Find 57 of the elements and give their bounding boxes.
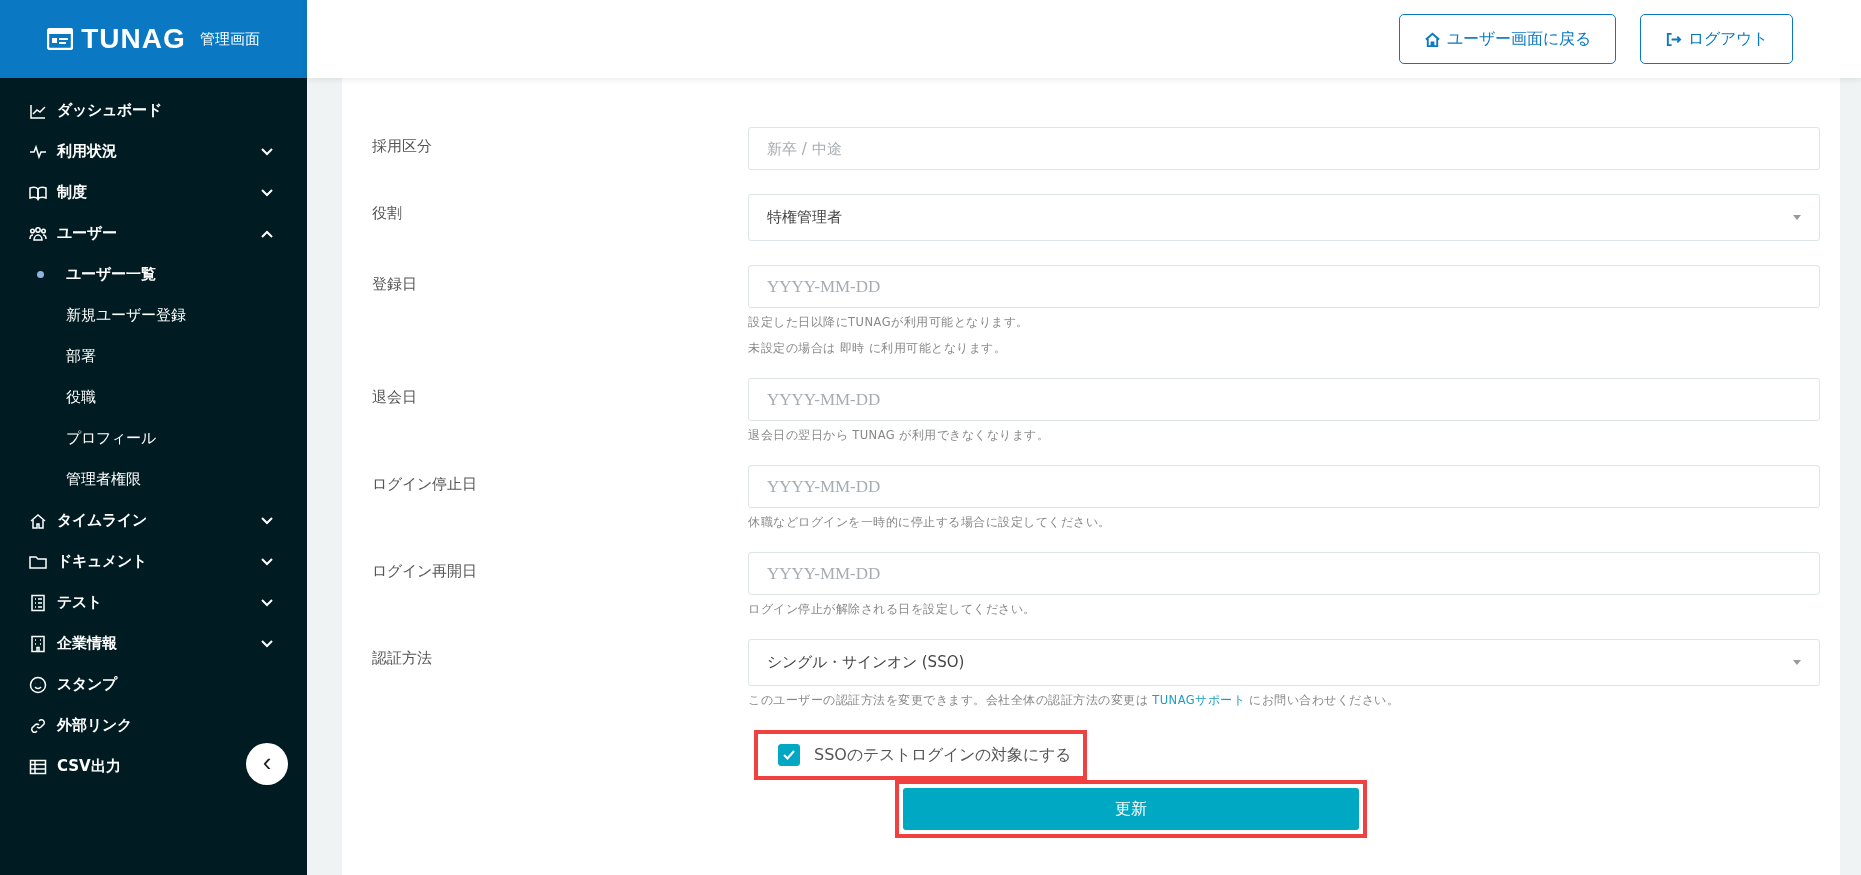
hint-text: 設定した日以降にTUNAGが利用可能となります。 xyxy=(748,314,1030,331)
field-label: 認証方法 xyxy=(372,648,433,669)
input-field[interactable]: YYYY-MM-DD xyxy=(748,552,1820,595)
input-field[interactable]: YYYY-MM-DD xyxy=(748,265,1820,308)
field-label: 登録日 xyxy=(372,274,418,295)
sidebar-item[interactable]: ドキュメント xyxy=(0,541,307,582)
sidebar-subitem[interactable]: 管理者権限 xyxy=(0,459,307,500)
hint-text: このユーザーの認証方法を変更できます。会社全体の認証方法の変更は TUNAGサポート にお問い合わせください。 xyxy=(748,692,1401,709)
checklist-icon xyxy=(29,593,47,612)
smile-icon xyxy=(29,675,47,694)
hint-text: ログイン停止が解除される日を設定してください。 xyxy=(748,601,1037,618)
input-field[interactable]: YYYY-MM-DD xyxy=(748,378,1820,421)
hint-text: 休職などログインを一時的に停止する場合に設定してください。 xyxy=(748,514,1112,531)
field-label: ログイン停止日 xyxy=(372,474,478,495)
checkbox-option[interactable]: SSOのテストログインの対象にする xyxy=(778,744,1071,766)
input-field[interactable]: YYYY-MM-DD xyxy=(748,465,1820,508)
sidebar-subitem[interactable]: 部署 xyxy=(0,336,307,377)
input-field[interactable]: 新卒 / 中途 xyxy=(748,127,1820,170)
caret-icon xyxy=(1793,215,1801,220)
logo-icon xyxy=(47,28,74,50)
hint-text: 未設定の場合は 即時 に利用可能となります。 xyxy=(748,340,1008,357)
sidebar-item[interactable]: テスト xyxy=(0,582,307,623)
people-icon xyxy=(29,224,47,243)
hint-text: 退会日の翌日から TUNAG が利用できなくなります。 xyxy=(748,427,1051,444)
sidebar-item[interactable]: 外部リンク xyxy=(0,705,166,746)
brand-subtitle: 管理画面 xyxy=(199,29,260,49)
checkbox[interactable] xyxy=(778,744,800,766)
sidebar-subitem[interactable]: プロフィール xyxy=(0,418,307,459)
sidebar-item[interactable]: 制度 xyxy=(0,172,307,213)
home-icon xyxy=(1424,30,1441,48)
sidebar-item[interactable]: 企業情報 xyxy=(0,623,307,664)
field-label: 退会日 xyxy=(372,387,418,408)
house-icon xyxy=(29,511,47,530)
sidebar-item[interactable]: CSV出力 xyxy=(0,746,155,787)
sidebar-subitem[interactable]: 役職 xyxy=(0,377,307,418)
sidebar-item[interactable]: タイムライン xyxy=(0,500,307,541)
sidebar-subitem[interactable]: 新規ユーザー登録 xyxy=(0,295,307,336)
caret-icon xyxy=(1793,660,1801,665)
select-field[interactable]: シングル・サインオン (SSO) xyxy=(748,639,1820,686)
select-field[interactable]: 特権管理者 xyxy=(748,194,1820,241)
sidebar-item[interactable]: ユーザー xyxy=(0,213,307,254)
building-icon xyxy=(29,634,47,653)
collapse-sidebar-button[interactable]: ‹ xyxy=(246,743,288,785)
brand-name: TUNAG xyxy=(81,23,186,55)
sidebar-item[interactable]: スタンプ xyxy=(0,664,151,705)
header-button[interactable]: ログアウト xyxy=(1640,14,1793,64)
field-label: 採用区分 xyxy=(372,136,433,157)
chain-icon xyxy=(29,716,47,735)
logout-icon xyxy=(1665,30,1682,48)
header-button[interactable]: ユーザー画面に戻る xyxy=(1399,14,1616,64)
sidebar-subitem[interactable]: ユーザー一覧 xyxy=(0,254,307,295)
grid-icon xyxy=(29,757,47,776)
sidebar-item[interactable]: ダッシュボード xyxy=(0,90,196,131)
check-icon xyxy=(783,750,795,760)
field-label: 役割 xyxy=(372,203,403,224)
field-label: ログイン再開日 xyxy=(372,561,478,582)
sidebar-item[interactable]: 利用状況 xyxy=(0,131,307,172)
